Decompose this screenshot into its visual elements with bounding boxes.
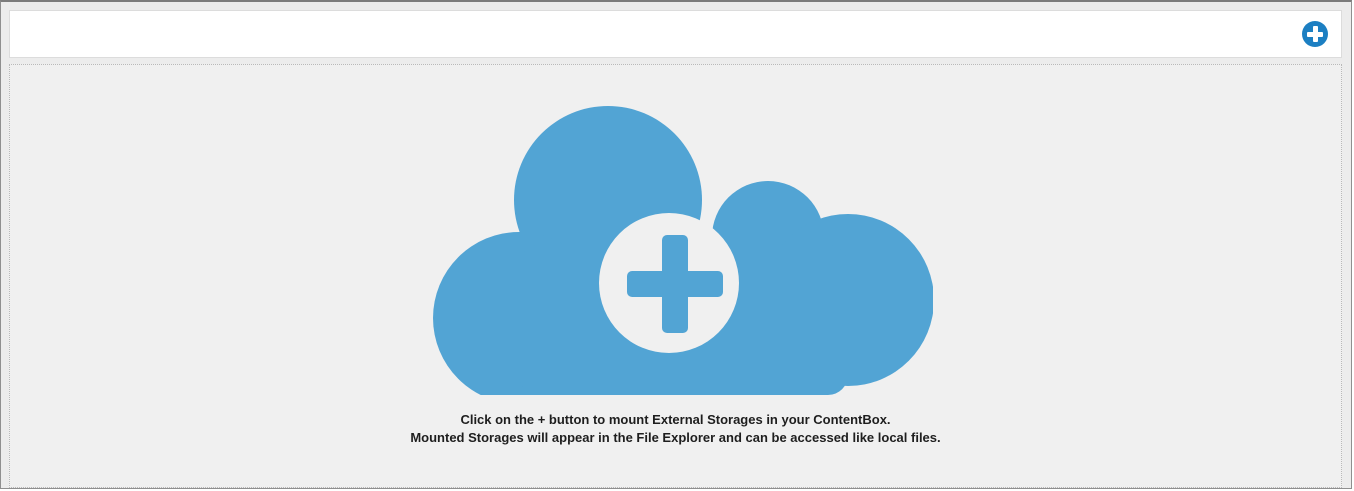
storage-panel: Click on the + button to mount External … xyxy=(0,0,1352,489)
toolbar xyxy=(9,10,1342,58)
empty-state-area: Click on the + button to mount External … xyxy=(9,64,1342,488)
cloud-plus-icon[interactable] xyxy=(433,85,933,395)
empty-state-message-line2: Mounted Storages will appear in the File… xyxy=(410,430,941,445)
add-storage-button[interactable] xyxy=(1302,21,1328,47)
empty-state-message-line1: Click on the + button to mount External … xyxy=(460,412,891,427)
